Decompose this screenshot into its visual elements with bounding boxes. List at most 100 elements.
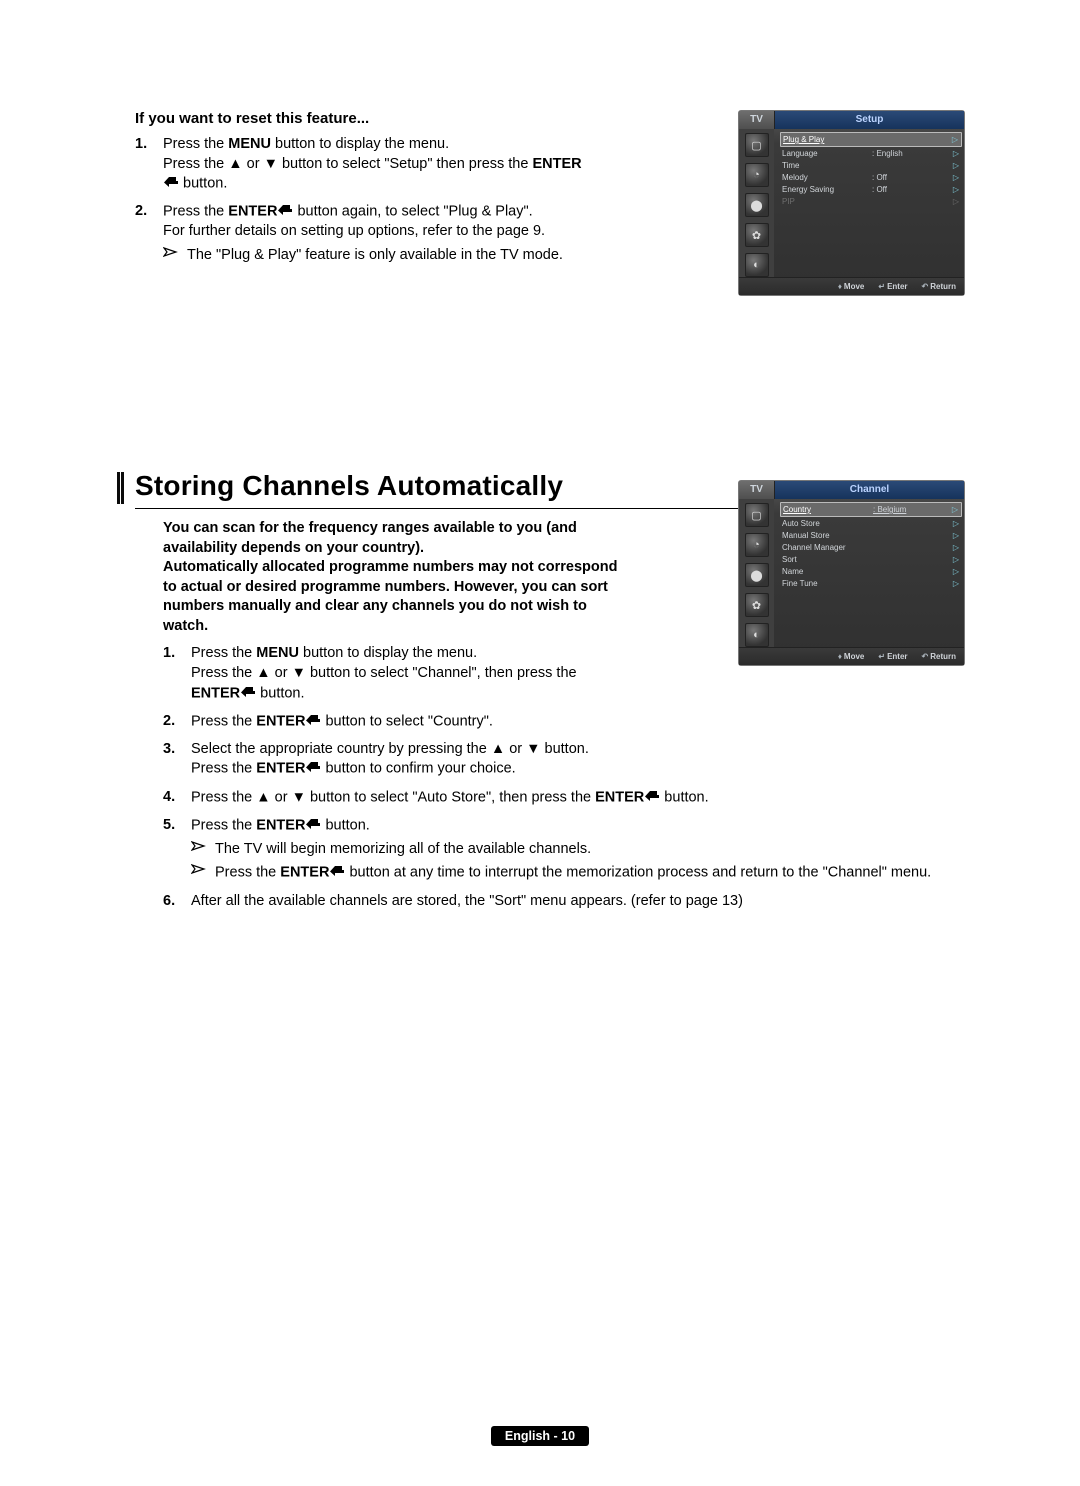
chevron-right-icon: ▷ — [950, 531, 962, 540]
input-icon: ◐ — [745, 623, 769, 647]
osd-footer: ♦Move ↵Enter ↶Return — [739, 647, 964, 665]
text: ENTER — [256, 817, 305, 833]
enter-icon — [278, 202, 292, 222]
chevron-right-icon: ▷ — [950, 173, 962, 182]
label: Plug & Play — [781, 135, 873, 144]
text: button again, to select "Plug & Play". — [293, 204, 532, 220]
text: ENTER — [256, 761, 305, 777]
text: ENTER — [191, 685, 240, 701]
page-number: English - 10 — [491, 1426, 589, 1446]
move-icon: ♦ — [838, 282, 842, 291]
osd-title: Channel — [775, 481, 964, 499]
chevron-right-icon: ▷ — [949, 505, 961, 514]
osd-setup: TV Setup ▢ ◔ ⬤ ✿ ◐ Plug & Play▷ Language… — [738, 110, 965, 296]
osd-row-chmgr: Channel Manager▷ — [780, 541, 962, 553]
step-2: 2. Press the ENTER button to select "Cou… — [163, 712, 965, 732]
note-text: Press the ENTER button at any time to in… — [215, 863, 931, 883]
label: Manual Store — [780, 531, 872, 540]
osd-header: TV Channel — [739, 481, 964, 499]
osd-row-language: Language: English▷ — [780, 147, 962, 159]
footer-move: Move — [844, 652, 864, 661]
note-arrow-icon — [163, 246, 187, 266]
channel-icon: ⬤ — [745, 563, 769, 587]
enter-icon: ↵ — [878, 282, 885, 291]
picture-icon: ▢ — [745, 503, 769, 527]
reset-steps: 1. Press the MENU button to display the … — [135, 135, 595, 266]
enter-icon: ↵ — [878, 652, 885, 661]
value: : Off — [872, 173, 950, 182]
picture-icon: ▢ — [745, 133, 769, 157]
reset-step-1: 1. Press the MENU button to display the … — [135, 135, 595, 194]
title-bar-icon — [117, 472, 125, 504]
enter-icon — [164, 174, 178, 194]
step-number: 5. — [163, 816, 191, 884]
label: Melody — [780, 173, 872, 182]
text: Press the — [191, 645, 256, 661]
chevron-right-icon: ▷ — [950, 185, 962, 194]
text: button. — [660, 789, 708, 805]
footer-enter: Enter — [887, 282, 907, 291]
text: ENTER — [280, 865, 329, 881]
osd-sidebar: ▢ ◔ ⬤ ✿ ◐ — [739, 499, 774, 647]
text: For further details on setting up option… — [163, 223, 545, 239]
enter-icon — [330, 863, 344, 883]
section-title: Storing Channels Automatically — [135, 470, 563, 501]
enter-icon — [306, 816, 320, 836]
text: button to select "Country". — [321, 713, 493, 729]
intro-text: You can scan for the frequency ranges av… — [163, 519, 623, 636]
value: : English — [872, 149, 950, 158]
step-1: 1. Press the MENU button to display the … — [163, 644, 623, 703]
step-body: Press the MENU button to display the men… — [191, 644, 623, 703]
footer-move: Move — [844, 282, 864, 291]
osd-body: ▢ ◔ ⬤ ✿ ◐ Country: Belgium▷ Auto Store▷ … — [739, 499, 964, 647]
step-6: 6. After all the available channels are … — [163, 892, 965, 912]
chevron-right-icon: ▷ — [949, 135, 961, 144]
footer-return: Return — [930, 282, 956, 291]
text: button to display the menu. — [299, 645, 477, 661]
chevron-right-icon: ▷ — [950, 567, 962, 576]
text: button to confirm your choice. — [321, 761, 515, 777]
text: MENU — [256, 645, 299, 661]
osd-row-time: Time▷ — [780, 159, 962, 171]
section2-steps: 1. Press the MENU button to display the … — [163, 644, 965, 911]
label: Country — [781, 505, 873, 514]
chevron-right-icon: ▷ — [950, 543, 962, 552]
chevron-right-icon: ▷ — [950, 519, 962, 528]
label: Language — [780, 149, 872, 158]
osd-row-name: Name▷ — [780, 565, 962, 577]
osd-title: Setup — [775, 111, 964, 129]
osd-row-manualstore: Manual Store ▷ — [780, 529, 962, 541]
page-footer: English - 10 — [0, 1426, 1080, 1446]
text: Press the — [191, 761, 256, 777]
text: button. — [179, 176, 227, 192]
label: Sort — [780, 555, 872, 564]
return-icon: ↶ — [922, 652, 929, 661]
text: button. — [321, 817, 369, 833]
text: After all the available channels are sto… — [191, 893, 743, 909]
osd-row-energy: Energy Saving: Off▷ — [780, 183, 962, 195]
osd-list: Country: Belgium▷ Auto Store▷ Manual Sto… — [774, 499, 964, 647]
text: Select the appropriate country by pressi… — [191, 741, 589, 757]
step-number: 2. — [163, 712, 191, 732]
return-icon: ↶ — [922, 282, 929, 291]
text: button to display the menu. — [271, 136, 449, 152]
enter-icon — [645, 788, 659, 808]
step-body: Press the ▲ or ▼ button to select "Auto … — [191, 788, 965, 808]
step-number: 1. — [135, 135, 163, 194]
value: : Off — [872, 185, 950, 194]
note: Press the ENTER button at any time to in… — [191, 863, 965, 883]
text: button. — [256, 685, 304, 701]
osd-tv-label: TV — [739, 111, 775, 129]
osd-tv-label: TV — [739, 481, 775, 499]
osd-body: ▢ ◔ ⬤ ✿ ◐ Plug & Play▷ Language: English… — [739, 129, 964, 277]
osd-row-autostore: Auto Store▷ — [780, 517, 962, 529]
text: Press the ▲ or ▼ button to select "Chann… — [191, 665, 577, 681]
note-arrow-icon — [191, 840, 215, 860]
section-storing-channels: Storing Channels Automatically You can s… — [135, 470, 965, 911]
label: Energy Saving — [780, 185, 872, 194]
setup-icon: ✿ — [745, 593, 769, 617]
step-body: Select the appropriate country by pressi… — [191, 740, 965, 780]
enter-icon — [306, 712, 320, 732]
chevron-right-icon: ▷ — [950, 149, 962, 158]
chevron-right-icon: ▷ — [950, 197, 962, 206]
